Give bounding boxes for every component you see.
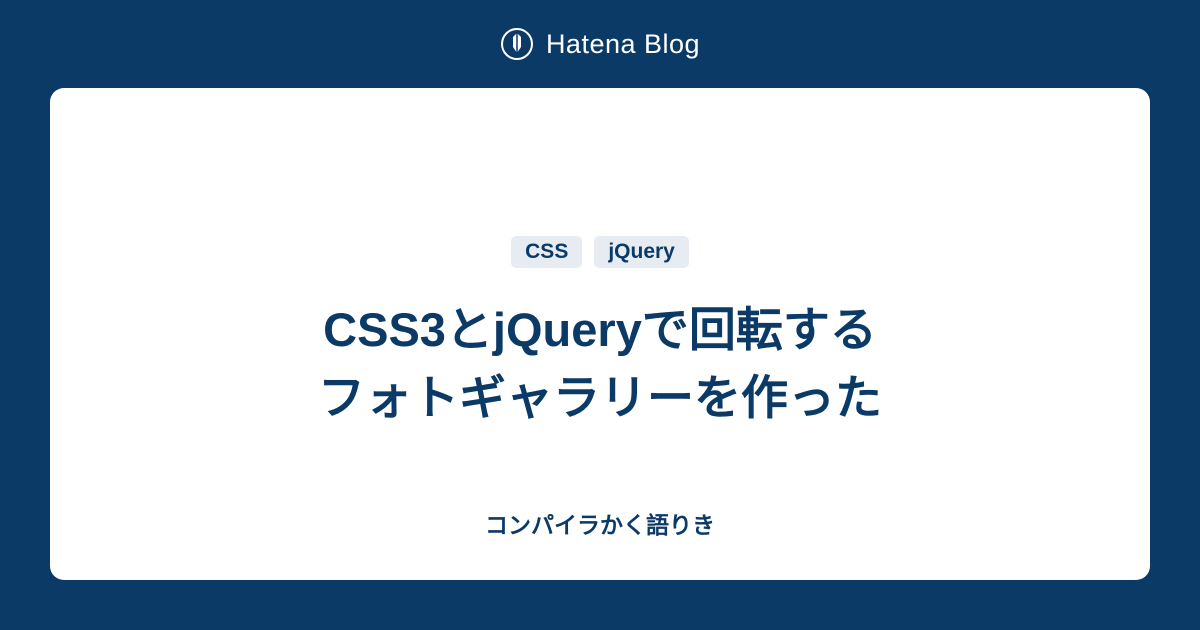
tag-jquery[interactable]: jQuery bbox=[594, 236, 689, 268]
header: Hatena Blog bbox=[500, 0, 700, 88]
article-title: CSS3とjQueryで回転するフォトギャラリーを作った bbox=[318, 296, 882, 432]
tag-css[interactable]: CSS bbox=[511, 236, 582, 268]
blog-name: コンパイラかく語りき bbox=[485, 506, 715, 540]
hatena-logo-icon bbox=[500, 27, 534, 61]
article-card: CSS jQuery CSS3とjQueryで回転するフォトギャラリーを作った … bbox=[50, 88, 1150, 580]
tag-list: CSS jQuery bbox=[511, 236, 689, 268]
brand-name: Hatena Blog bbox=[546, 29, 700, 60]
